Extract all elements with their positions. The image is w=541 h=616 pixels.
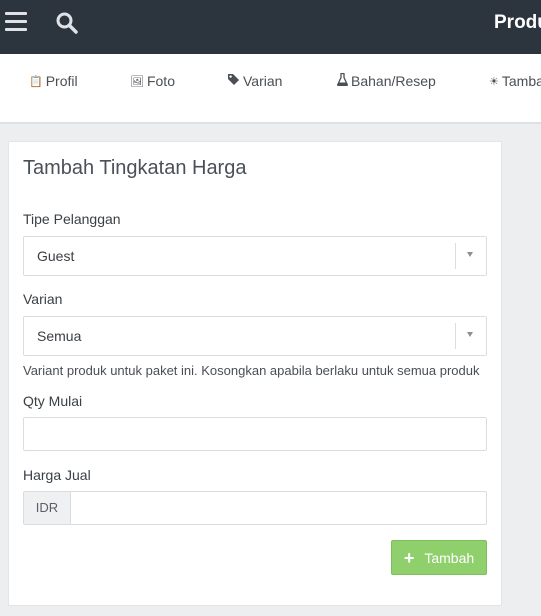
top-bar: Produ (0, 0, 541, 54)
variant-value: Semua (37, 328, 82, 344)
qty-start-input[interactable] (23, 417, 487, 451)
chevron-down-icon (455, 243, 486, 269)
form-title: Tambah Tingkatan Harga (23, 157, 247, 179)
tab-bahan-resep[interactable]: Bahan/Resep (337, 72, 436, 89)
price-input[interactable] (71, 492, 486, 524)
price-label: Harga Jual (23, 467, 91, 483)
variant-help-text: Variant produk untuk paket ini. Kosongka… (23, 363, 480, 378)
add-button[interactable]: + Tambah (391, 540, 487, 575)
tag-icon (227, 73, 240, 89)
tab-bar: 📋 Profil 🖼 Foto Varian Bahan/Resep ☀ Tam… (0, 54, 541, 124)
price-tier-form-card: Tambah Tingkatan Harga Tipe Pelanggan Gu… (8, 141, 502, 606)
tab-label: Varian (243, 73, 283, 89)
chevron-down-icon (455, 323, 486, 349)
customer-type-value: Guest (37, 248, 75, 264)
tab-label: Bahan/Resep (351, 73, 436, 89)
customer-type-select[interactable]: Guest (23, 236, 487, 276)
price-input-group: IDR (23, 491, 487, 525)
variant-select[interactable]: Semua (23, 316, 487, 356)
page-title: Produ (494, 12, 541, 33)
customer-type-label: Tipe Pelanggan (23, 211, 121, 227)
tab-tambahan[interactable]: ☀ Tamba (489, 73, 541, 89)
tab-foto[interactable]: 🖼 Foto (130, 73, 175, 89)
qty-start-label: Qty Mulai (23, 393, 83, 409)
tab-profil[interactable]: 📋 Profil (29, 73, 78, 89)
hamburger-icon[interactable] (5, 12, 27, 32)
tab-varian[interactable]: Varian (227, 73, 282, 89)
currency-addon: IDR (24, 492, 71, 524)
tab-label: Foto (146, 73, 175, 89)
image-icon: 🖼 (130, 75, 144, 88)
tab-label: Profil (45, 73, 78, 89)
plus-icon: + (403, 547, 415, 568)
tab-label: Tamba (501, 73, 541, 89)
sun-icon: ☀ (489, 75, 499, 88)
clipboard-icon: 📋 (29, 75, 43, 88)
variant-label: Varian (23, 291, 63, 307)
add-button-label: Tambah (424, 549, 475, 566)
flask-icon (337, 72, 348, 89)
search-icon[interactable] (55, 11, 79, 35)
